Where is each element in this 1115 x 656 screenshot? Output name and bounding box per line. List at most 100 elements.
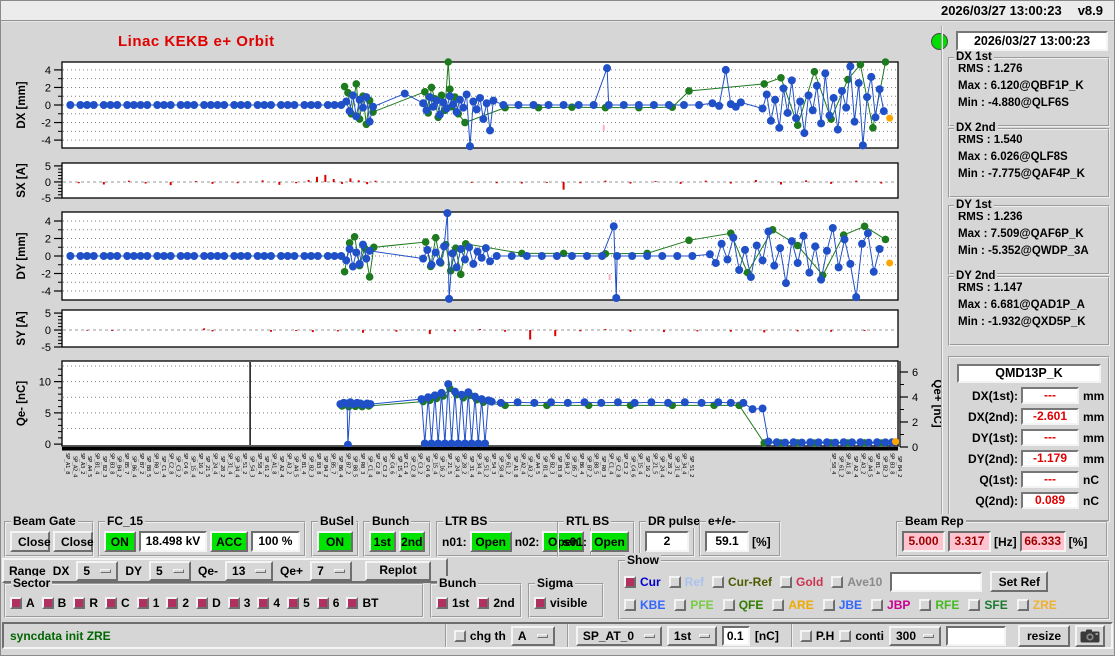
fc15-on-button[interactable]: ON (104, 531, 136, 552)
svg-text:SP_58_4: SP_58_4 (256, 453, 262, 475)
resize-button[interactable]: resize (1018, 624, 1070, 647)
bunch-2nd-button[interactable]: 2nd (398, 531, 425, 552)
svg-text:2: 2 (45, 234, 51, 246)
sector-checkbox-4[interactable]: 4 (257, 596, 280, 610)
rtl-s01-open-button[interactable]: Open (590, 531, 629, 552)
sector-checkbox-5[interactable]: 5 (287, 596, 310, 610)
checkbox-icon (712, 575, 725, 588)
sector-checkbox-b[interactable]: B (41, 596, 66, 610)
monitor-row: Q(2nd): 0.089 nC (975, 492, 1099, 509)
svg-text:SP_B8_5: SP_B8_5 (145, 456, 151, 477)
svg-text:SP_A4_5: SP_A4_5 (867, 456, 873, 477)
stats-group-title: DY 1st (954, 199, 994, 212)
replot-button[interactable]: Replot (365, 560, 432, 581)
set-ref-button[interactable]: Set Ref (990, 571, 1049, 592)
range-dx-dropdown[interactable]: 5 (76, 560, 119, 581)
checkbox-icon (257, 597, 270, 609)
svg-text:SP_B1_4: SP_B1_4 (541, 456, 547, 478)
sector-checkbox-6[interactable]: 6 (316, 596, 339, 610)
stats-dy-1st: DY 1st RMS : 1.236 Max : 7.509@QAF6P_K M… (948, 199, 1110, 275)
sector-checkbox-d[interactable]: D (196, 596, 221, 610)
checkbox-icon (674, 599, 687, 611)
svg-text:SP_A4_5: SP_A4_5 (86, 456, 92, 477)
dr-pulse-field[interactable]: 2 (645, 531, 689, 552)
sector-checkbox-2[interactable]: 2 (166, 596, 189, 610)
bunch-1st-button[interactable]: 1st (369, 531, 396, 552)
dropdown-indicator-icon (100, 568, 112, 573)
show-jbp-checkbox[interactable]: JBP (871, 598, 910, 612)
show-qfe-checkbox[interactable]: QFE (722, 598, 763, 612)
range-qep-dropdown[interactable]: 7 (310, 560, 353, 581)
svg-text:5: 5 (45, 161, 51, 173)
checkbox-icon (136, 597, 149, 609)
beam-gate-close-button-1[interactable]: Close (10, 531, 51, 552)
svg-text:SP_51_2: SP_51_2 (688, 456, 694, 477)
checkbox-icon (668, 575, 681, 588)
ltr-n01-open-button[interactable]: Open (469, 531, 512, 552)
svg-text:SP_B5_7: SP_B5_7 (571, 456, 577, 477)
conti-checkbox[interactable]: conti (839, 629, 884, 643)
show-ref-checkbox[interactable]: Ref (668, 575, 704, 589)
svg-text:2: 2 (912, 417, 918, 429)
pct-unit: [%] (1068, 534, 1088, 549)
show-jbe-checkbox[interactable]: JBE (822, 598, 862, 612)
chg-th-checkbox[interactable]: chg th (453, 629, 506, 643)
svg-text:SP_B7_2: SP_B7_2 (344, 453, 350, 474)
threshold-input[interactable] (721, 625, 750, 646)
show-ave10-checkbox[interactable]: Ave10 (831, 575, 882, 589)
svg-text:SP_B8_5: SP_B8_5 (352, 456, 358, 477)
svg-text:SP_58_4: SP_58_4 (497, 456, 503, 478)
show-are-checkbox[interactable]: ARE (772, 598, 814, 612)
checkbox-icon (624, 575, 636, 588)
show-cur-checkbox[interactable]: Cur (624, 575, 661, 589)
range-dy-dropdown[interactable]: 5 (149, 560, 192, 581)
show-sfe-checkbox[interactable]: SFE (968, 598, 1008, 612)
rtl-s01-label: s01: (563, 534, 588, 549)
svg-text:SP_B2_3: SP_B2_3 (881, 456, 887, 477)
show-rfe-checkbox[interactable]: RFE (919, 598, 959, 612)
hz-unit: [Hz] (994, 534, 1017, 549)
checkbox-icon (871, 599, 884, 611)
svg-text:SP_51_2: SP_51_2 (483, 456, 489, 477)
svg-text:SP_C4_6: SP_C4_6 (629, 456, 635, 477)
svg-text:-4: -4 (41, 286, 51, 298)
show-gold-checkbox[interactable]: Gold (780, 575, 823, 589)
beam-gate-close-button-2[interactable]: Close (53, 531, 94, 552)
bunch-dropdown[interactable]: 1st (666, 625, 717, 646)
blank-input[interactable] (946, 625, 1006, 646)
show-zre-checkbox[interactable]: ZRE (1016, 598, 1057, 612)
svg-text:SP_34_4: SP_34_4 (234, 456, 240, 478)
checkbox-icon (772, 599, 785, 611)
stats-dx-1st: DX 1st RMS : 1.276 Max : 6.120@QBF1P_K M… (948, 51, 1110, 127)
busel-on-button[interactable]: ON (317, 531, 353, 552)
show-kbe-checkbox[interactable]: KBE (624, 598, 665, 612)
fc15-acc-button[interactable]: ACC (210, 531, 248, 552)
svg-text:10: 10 (39, 377, 51, 389)
sector-checkbox-bt[interactable]: BT (346, 596, 378, 610)
dropdown-indicator-icon (698, 633, 710, 638)
bunch-2nd-checkbox[interactable]: 2nd (477, 596, 515, 610)
sector-checkbox-1[interactable]: 1 (136, 596, 159, 610)
svg-text:0: 0 (45, 325, 51, 337)
ph-checkbox[interactable]: P.H (799, 629, 834, 643)
bunch-1st-checkbox[interactable]: 1st (436, 596, 469, 610)
svg-text:SP_31_4: SP_31_4 (468, 456, 474, 478)
mode-dropdown[interactable]: A (510, 625, 555, 646)
svg-text:SP_C2_8: SP_C2_8 (167, 453, 173, 474)
sector-checkbox-3[interactable]: 3 (227, 596, 250, 610)
checkbox-icon (41, 597, 54, 609)
svg-text:SP_A3_2: SP_A3_2 (527, 456, 533, 477)
sector-checkbox-r[interactable]: R (73, 596, 98, 610)
sp-dropdown[interactable]: SP_AT_0 (575, 625, 662, 646)
stats-group-title: DY 2nd (954, 270, 998, 283)
range-qem-dropdown[interactable]: 13 (225, 560, 274, 581)
show-cur-ref-checkbox[interactable]: Cur-Ref (712, 575, 772, 589)
show-pfe-checkbox[interactable]: PFE (674, 598, 714, 612)
ref-name-input[interactable] (890, 571, 983, 592)
sigma-visible-checkbox[interactable]: visible (534, 596, 587, 610)
sector-checkbox-c[interactable]: C (105, 596, 130, 610)
screenshot-button[interactable] (1075, 624, 1105, 647)
count-dropdown[interactable]: 300 (889, 625, 941, 646)
sector-checkbox-a[interactable]: A (10, 596, 35, 610)
svg-text:SP_B2_3: SP_B2_3 (549, 453, 555, 474)
